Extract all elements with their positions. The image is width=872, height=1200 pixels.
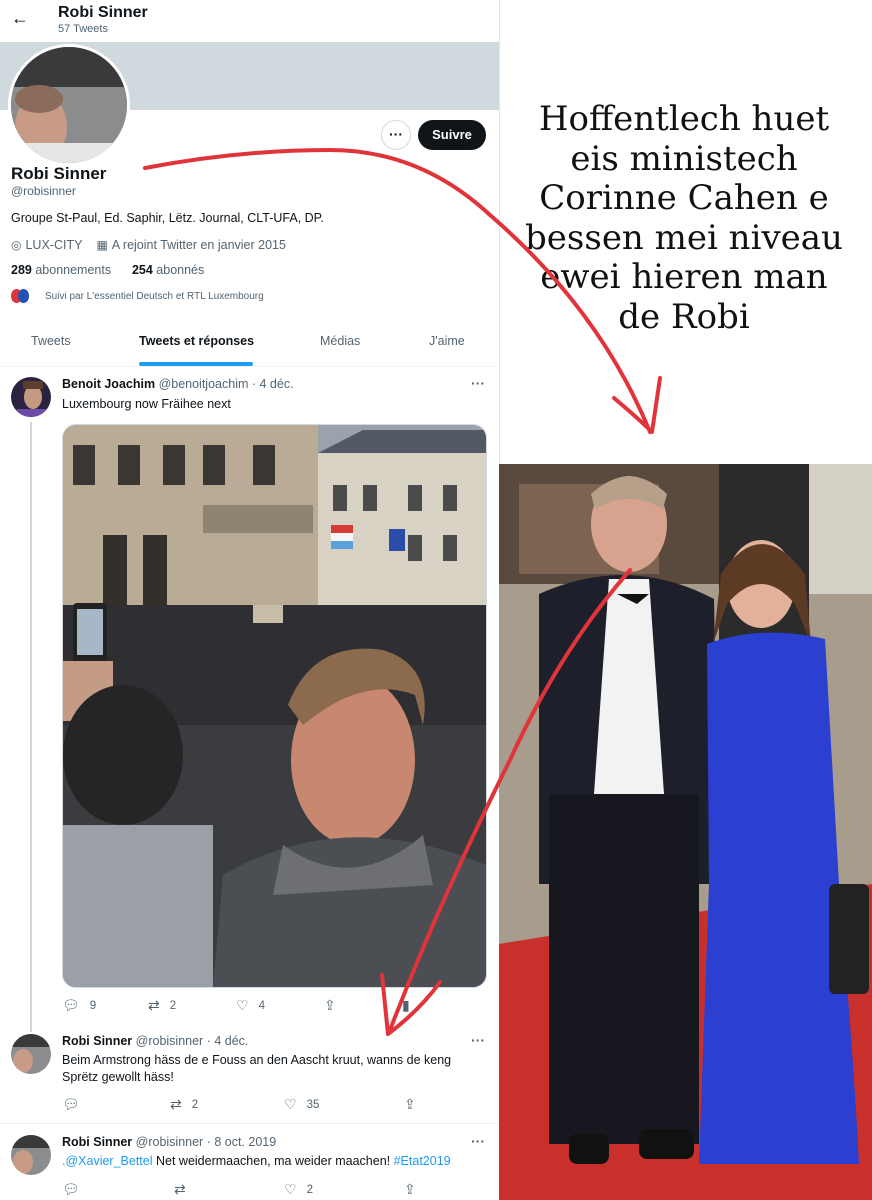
like-count: 2	[306, 1183, 313, 1196]
reply-icon: 💬︎	[62, 997, 80, 1013]
following-link[interactable]: 289 abonnements	[11, 263, 111, 277]
reply-icon: 💬︎	[62, 1181, 80, 1197]
hashtag-link[interactable]: #Etat2019	[394, 1154, 451, 1168]
follow-button[interactable]: Suivre	[418, 120, 486, 150]
share-button[interactable]: ⇪	[404, 1181, 426, 1198]
tweet-more-icon[interactable]: ···	[471, 375, 485, 391]
avatar[interactable]	[11, 377, 51, 417]
like-count: 35	[306, 1098, 320, 1111]
reply-button[interactable]: 💬︎ 9	[62, 997, 96, 1014]
followers-count: 254	[131, 263, 153, 277]
like-count: 4	[258, 999, 265, 1012]
profile-top-bar: ← Robi Sinner 57 Tweets	[0, 0, 499, 42]
share-icon: ⇪	[404, 1181, 416, 1197]
tweet-body: Net weidermaachen, ma weider maachen!	[152, 1154, 394, 1168]
tweet-photo[interactable]	[62, 424, 487, 988]
share-button[interactable]: ⇪	[404, 1096, 426, 1113]
retweet-icon: ⇄	[170, 1096, 182, 1112]
profile-handle: @robisinner	[11, 184, 76, 198]
retweet-count: 2	[191, 1098, 199, 1111]
profile-meta: ◎ LUX-CITY ▦ A rejoint Twitter en janvie…	[11, 238, 286, 252]
tweet-header: Benoit Joachim @benoitjoachim · 4 déc.	[62, 377, 294, 391]
couple-photo	[499, 464, 872, 1200]
meme-caption: Hoffentlech huet eis ministech Corinne C…	[512, 99, 856, 337]
caption-line: eis ministech	[570, 138, 798, 179]
following-label: abonnements	[35, 263, 112, 277]
twitter-profile-panel: ← Robi Sinner 57 Tweets ··· Suivre Robi …	[0, 0, 500, 1200]
caption-line: Hoffentlech huet	[538, 99, 830, 139]
thread-connector	[30, 422, 32, 1032]
tweet-more-icon[interactable]: ···	[471, 1032, 485, 1048]
heart-icon: ♡	[236, 997, 249, 1013]
profile-joined: A rejoint Twitter en janvier 2015	[111, 238, 286, 252]
profile-avatar[interactable]	[8, 44, 130, 166]
followed-by-text: Suivi par L'essentiel Deutsch et RTL Lux…	[45, 290, 264, 302]
reply-count: 9	[89, 999, 97, 1012]
profile-tabs: Tweets Tweets et réponses Médias J'aime	[0, 322, 499, 367]
profile-location: LUX-CITY	[25, 238, 83, 252]
reply-icon: 💬︎	[62, 1096, 80, 1112]
tweet-text: Luxembourg now Fräihee next	[62, 397, 231, 411]
followers-label: abonnés	[156, 263, 205, 277]
share-icon: ⇪	[324, 997, 336, 1013]
retweet-icon: ⇄	[174, 1181, 186, 1197]
location-pin-icon: ◎	[11, 238, 22, 252]
tweet-header: Robi Sinner @robisinner · 4 déc.	[62, 1034, 248, 1048]
profile-name: Robi Sinner	[11, 164, 107, 183]
tweet-author-handle[interactable]: @robisinner	[136, 1135, 204, 1149]
reply-button[interactable]: 💬︎	[62, 1096, 90, 1113]
tweet-author-name[interactable]: Robi Sinner	[62, 1135, 132, 1149]
tweet-author-handle[interactable]: @robisinner	[136, 1034, 204, 1048]
header-tweet-count: 57 Tweets	[58, 23, 108, 35]
share-button[interactable]: ⇪	[324, 997, 346, 1014]
tweet-text: Beim Armstrong häss de e Fouss an den Aa…	[62, 1053, 452, 1084]
tab-media[interactable]: Médias	[320, 334, 360, 348]
tab-tweets-and-replies[interactable]: Tweets et réponses	[139, 334, 254, 348]
tweet-more-icon[interactable]: ···	[471, 1133, 485, 1149]
analytics-icon: ▮	[402, 997, 410, 1013]
tweet-author-handle[interactable]: @benoitjoachim	[159, 377, 249, 391]
back-arrow-icon[interactable]: ←	[8, 6, 32, 30]
more-options-button[interactable]: ···	[381, 120, 411, 150]
profile-stats: 289 abonnements 254 abonnés	[11, 263, 204, 277]
tab-tweets[interactable]: Tweets	[31, 334, 71, 348]
retweet-button[interactable]: ⇄ 2	[148, 997, 176, 1014]
caption-line: bessen mei niveau	[525, 217, 843, 258]
followed-by[interactable]: Suivi par L'essentiel Deutsch et RTL Lux…	[11, 289, 264, 303]
caption-line: Corinne Cahen e	[539, 178, 829, 218]
avatar[interactable]	[11, 1135, 51, 1175]
like-button[interactable]: ♡ 2	[284, 1181, 313, 1198]
tweet-author-name[interactable]: Robi Sinner	[62, 1034, 132, 1048]
active-tab-indicator	[139, 362, 253, 366]
tweet-divider	[0, 1123, 499, 1124]
header-profile-name: Robi Sinner	[58, 4, 148, 21]
tweet-date[interactable]: · 4 déc.	[207, 1034, 249, 1048]
caption-line: de Robi	[618, 296, 750, 337]
tweet-header: Robi Sinner @robisinner · 8 oct. 2019	[62, 1135, 276, 1149]
share-icon: ⇪	[404, 1096, 416, 1112]
tweet-author-name[interactable]: Benoit Joachim	[62, 377, 155, 391]
avatar[interactable]	[11, 1034, 51, 1074]
retweet-icon: ⇄	[148, 997, 160, 1013]
retweet-button[interactable]: ⇄ 2	[170, 1096, 198, 1113]
tweet-date[interactable]: · 4 déc.	[252, 377, 294, 391]
mention-link[interactable]: .@Xavier_Bettel	[62, 1154, 153, 1168]
reply-button[interactable]: 💬︎	[62, 1181, 90, 1198]
heart-icon: ♡	[284, 1096, 297, 1112]
calendar-icon: ▦	[96, 238, 108, 252]
following-count: 289	[11, 263, 32, 277]
caption-line: ewei hieren man	[540, 257, 828, 297]
follower-avatars-icon	[11, 289, 31, 303]
retweet-button[interactable]: ⇄	[174, 1181, 196, 1198]
tweet-text: .@Xavier_Bettel Net weidermaachen, ma we…	[62, 1153, 482, 1170]
like-button[interactable]: ♡ 4	[236, 997, 265, 1014]
heart-icon: ♡	[284, 1181, 297, 1197]
retweet-count: 2	[169, 999, 177, 1012]
tab-likes[interactable]: J'aime	[429, 334, 465, 348]
analytics-button[interactable]: ▮	[402, 997, 420, 1014]
profile-bio: Groupe St-Paul, Ed. Saphir, Lëtz. Journa…	[11, 211, 324, 225]
like-button[interactable]: ♡ 35	[284, 1096, 319, 1113]
tweet-date[interactable]: · 8 oct. 2019	[207, 1135, 277, 1149]
followers-link[interactable]: 254 abonnés	[132, 263, 204, 277]
